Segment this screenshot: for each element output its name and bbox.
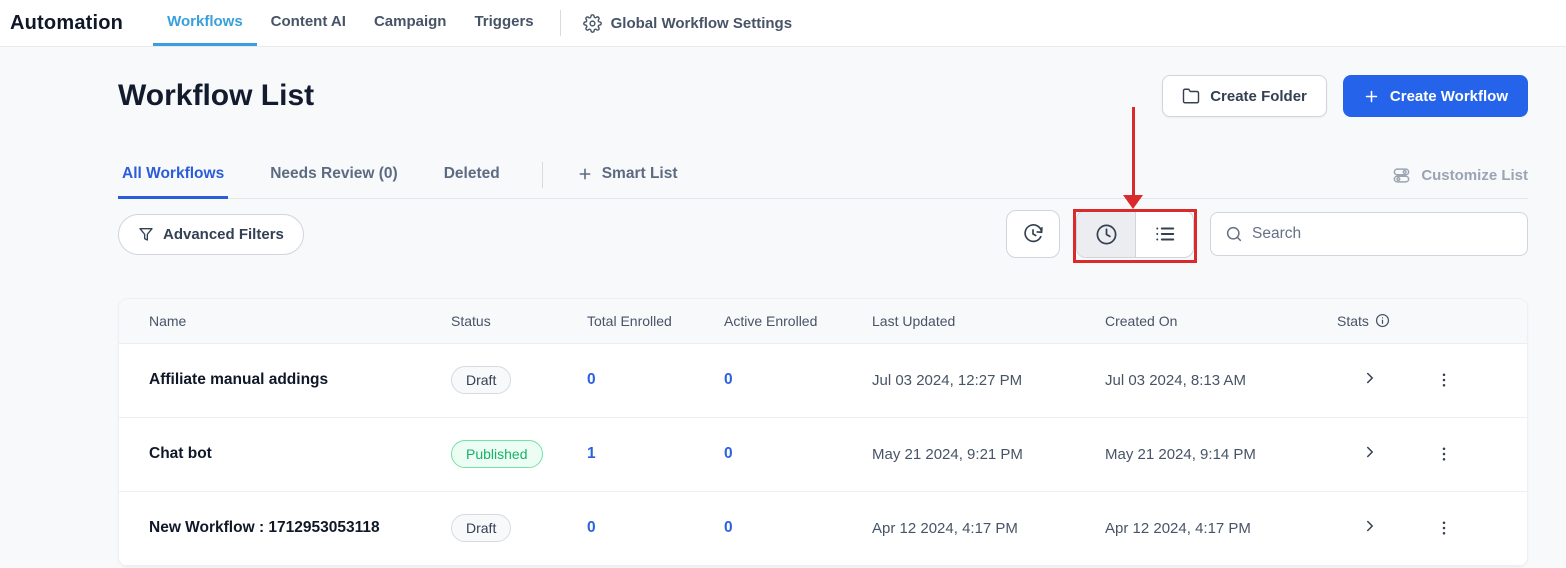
list-view-icon xyxy=(1154,223,1176,245)
toolbar-right-group xyxy=(1006,210,1528,258)
col-total-enrolled: Total Enrolled xyxy=(587,299,724,344)
active-enrolled-link[interactable]: 0 xyxy=(724,371,733,388)
page-header: Workflow List Create Folder Create Workf… xyxy=(118,75,1528,117)
table-row[interactable]: Chat bot Published 1 0 May 21 2024, 9:21… xyxy=(119,417,1527,492)
top-nav-tabs: Workflows Content AI Campaign Triggers xyxy=(153,0,548,46)
created-on: Jul 03 2024, 8:13 AM xyxy=(1105,343,1337,418)
total-enrolled-link[interactable]: 0 xyxy=(587,371,596,388)
kebab-icon[interactable] xyxy=(1427,511,1461,545)
workflow-table: Name Status Total Enrolled Active Enroll… xyxy=(119,299,1527,566)
tabs-divider xyxy=(541,162,543,188)
col-active-enrolled: Active Enrolled xyxy=(724,299,872,344)
clock-icon xyxy=(1095,223,1118,246)
advanced-filters-button[interactable]: Advanced Filters xyxy=(118,213,304,255)
status-badge: Draft xyxy=(451,365,512,395)
nav-divider xyxy=(559,10,561,36)
chevron-right-icon[interactable] xyxy=(1361,369,1379,387)
col-created-on: Created On xyxy=(1105,299,1337,344)
gear-icon xyxy=(582,13,602,33)
status-badge: Published xyxy=(451,439,543,469)
table-row[interactable]: Affiliate manual addings Draft 0 0 Jul 0… xyxy=(119,343,1527,418)
list-toolbar: Advanced Filters xyxy=(118,210,1528,258)
active-enrolled-link[interactable]: 0 xyxy=(724,445,733,462)
last-updated: Apr 12 2024, 4:17 PM xyxy=(872,491,1105,566)
tab-campaign[interactable]: Campaign xyxy=(360,0,461,46)
add-smart-list-button[interactable]: Smart List xyxy=(573,165,682,199)
status-badge: Draft xyxy=(451,513,512,543)
chevron-right-icon[interactable] xyxy=(1361,517,1379,535)
list-view-toggle[interactable] xyxy=(1135,211,1193,257)
info-icon[interactable] xyxy=(1375,313,1390,328)
tab-all-workflows[interactable]: All Workflows xyxy=(118,165,229,199)
workflow-name[interactable]: Affiliate manual addings xyxy=(119,343,451,418)
tab-content-ai[interactable]: Content AI xyxy=(257,0,360,46)
created-on: May 21 2024, 9:14 PM xyxy=(1105,417,1337,492)
total-enrolled-link[interactable]: 1 xyxy=(587,445,596,462)
top-navigation: Automation Workflows Content AI Campaign… xyxy=(0,0,1566,47)
active-enrolled-link[interactable]: 0 xyxy=(724,519,733,536)
view-toggle-group xyxy=(1076,210,1194,258)
filter-icon xyxy=(138,226,154,242)
tab-deleted[interactable]: Deleted xyxy=(440,165,504,199)
tab-workflows[interactable]: Workflows xyxy=(153,0,257,46)
workflow-table-card: Name Status Total Enrolled Active Enroll… xyxy=(118,298,1528,567)
create-folder-button[interactable]: Create Folder xyxy=(1162,75,1327,117)
enrollment-history-button[interactable] xyxy=(1006,210,1060,258)
total-enrolled-link[interactable]: 0 xyxy=(587,519,596,536)
folder-icon xyxy=(1182,87,1200,105)
created-on: Apr 12 2024, 4:17 PM xyxy=(1105,491,1337,566)
chevron-right-icon[interactable] xyxy=(1361,443,1379,461)
last-updated: Jul 03 2024, 12:27 PM xyxy=(872,343,1105,418)
col-last-updated: Last Updated xyxy=(872,299,1105,344)
kebab-icon[interactable] xyxy=(1427,363,1461,397)
table-header-row: Name Status Total Enrolled Active Enroll… xyxy=(119,299,1527,344)
tab-triggers[interactable]: Triggers xyxy=(460,0,547,46)
col-status: Status xyxy=(451,299,587,344)
tab-needs-review[interactable]: Needs Review (0) xyxy=(266,165,402,199)
col-stats: Stats xyxy=(1337,299,1427,344)
customize-list-button[interactable]: Customize List xyxy=(1392,166,1528,198)
search-icon xyxy=(1225,225,1243,243)
search-box xyxy=(1210,212,1528,256)
workflow-name[interactable]: Chat bot xyxy=(119,417,451,492)
customize-icon xyxy=(1392,166,1411,185)
plus-icon xyxy=(577,166,593,182)
search-input[interactable] xyxy=(1252,225,1513,243)
page-title: Workflow List xyxy=(118,79,315,112)
create-workflow-button[interactable]: Create Workflow xyxy=(1342,75,1528,117)
table-row[interactable]: New Workflow : 1712953053118 Draft 0 0 A… xyxy=(119,491,1527,566)
last-updated: May 21 2024, 9:21 PM xyxy=(872,417,1105,492)
col-actions xyxy=(1427,299,1527,344)
col-name: Name xyxy=(119,299,451,344)
time-view-toggle[interactable] xyxy=(1077,211,1135,257)
plus-icon xyxy=(1363,88,1380,105)
global-workflow-settings-button[interactable]: Global Workflow Settings xyxy=(569,0,806,46)
header-actions: Create Folder Create Workflow xyxy=(1162,75,1528,117)
workflow-name[interactable]: New Workflow : 1712953053118 xyxy=(119,491,451,566)
list-tabs: All Workflows Needs Review (0) Deleted S… xyxy=(118,162,1528,199)
history-icon xyxy=(1022,223,1044,245)
app-title: Automation xyxy=(10,11,124,34)
kebab-icon[interactable] xyxy=(1427,437,1461,471)
